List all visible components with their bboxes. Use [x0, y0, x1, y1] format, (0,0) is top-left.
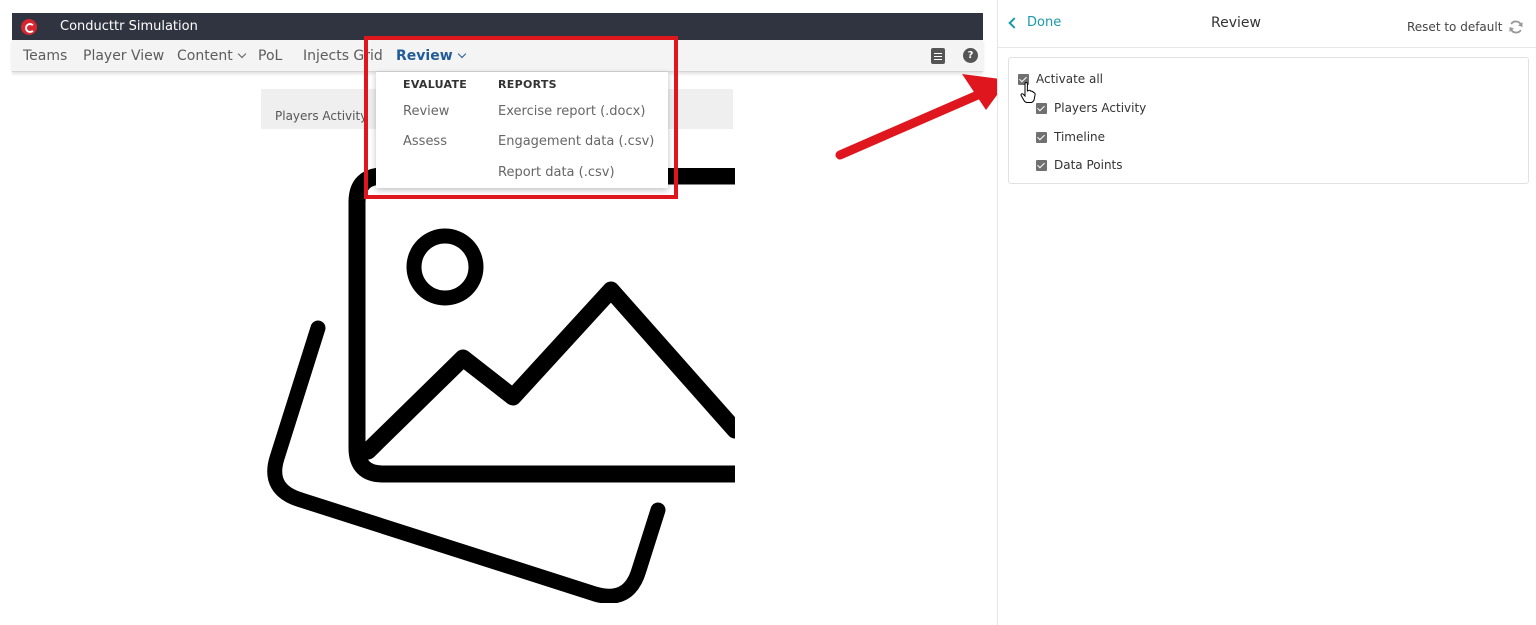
annotation-arrow — [835, 74, 1008, 160]
app-title: Conducttr Simulation — [60, 19, 198, 34]
review-settings-panel: Done Review Reset to default Activate al… — [997, 0, 1536, 625]
nav-item-teams[interactable]: Teams — [23, 48, 67, 64]
checkbox-checked-icon — [1036, 159, 1047, 171]
hand-cursor-icon — [1020, 82, 1036, 103]
refresh-icon — [1509, 20, 1523, 34]
chevron-down-icon — [237, 49, 246, 59]
tab-players-activity[interactable]: Players Activity — [275, 109, 367, 123]
checkbox-checked-icon — [1036, 102, 1047, 114]
image-placeholder-icon — [267, 168, 735, 603]
annotation-highlight-box — [364, 36, 678, 199]
panel-header: Done Review Reset to default — [998, 0, 1536, 48]
nav-item-content[interactable]: Content — [177, 48, 246, 64]
document-icon[interactable] — [931, 48, 945, 64]
option-label: Data Points — [1054, 158, 1123, 172]
reset-to-default-button[interactable]: Reset to default — [1407, 19, 1524, 35]
nav-item-pol[interactable]: PoL — [258, 48, 282, 64]
checkbox-checked-icon — [1036, 131, 1047, 143]
reset-label: Reset to default — [1407, 20, 1503, 34]
logo-icon — [21, 18, 37, 35]
option-label: Activate all — [1036, 72, 1104, 86]
players-activity-checkbox[interactable]: Players Activity — [1036, 101, 1146, 115]
panel-title: Review — [1211, 15, 1261, 31]
review-options-card: Activate all Players Activity Timeline D… — [1008, 57, 1529, 184]
data-points-checkbox[interactable]: Data Points — [1036, 158, 1123, 172]
nav-item-player-view[interactable]: Player View — [83, 48, 164, 64]
option-label: Players Activity — [1054, 101, 1147, 115]
help-icon[interactable]: ? — [963, 48, 978, 63]
done-button[interactable]: Done — [1008, 15, 1062, 30]
back-chevron-icon — [1008, 16, 1020, 29]
option-label: Timeline — [1054, 130, 1106, 144]
done-label: Done — [1027, 15, 1062, 30]
timeline-checkbox[interactable]: Timeline — [1036, 130, 1105, 144]
